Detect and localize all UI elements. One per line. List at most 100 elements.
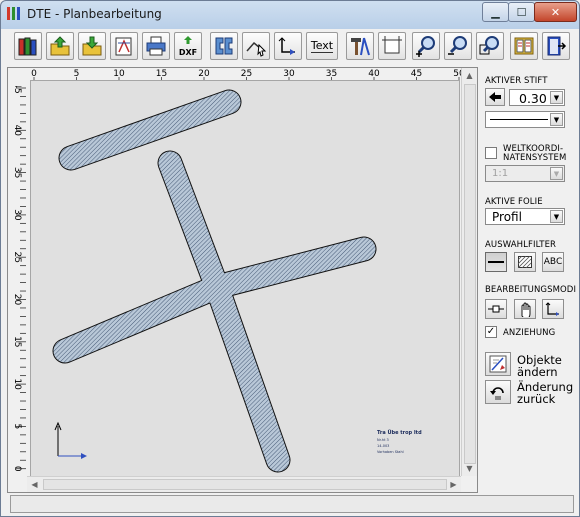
maximize-button[interactable]: ☐: [508, 2, 535, 22]
ruler-label: 40: [12, 125, 22, 137]
aktiver-stift-label: AKTIVER STIFT: [485, 76, 548, 86]
axis-icon: [545, 302, 559, 316]
exit-button[interactable]: [542, 32, 570, 60]
books-icon: [18, 37, 37, 56]
ruler-label: 25: [12, 251, 22, 262]
chevron-down-icon: ▼: [550, 167, 563, 180]
hatch-icon: [518, 256, 532, 268]
title-block-line-4: Vorhaben Stahl: [377, 450, 404, 454]
open-library-button[interactable]: [14, 32, 42, 60]
ruler-label: 35: [12, 167, 22, 178]
folder-down-icon: [82, 36, 102, 56]
ruler-label: 30: [283, 69, 295, 79]
import-button[interactable]: [78, 32, 106, 60]
zoom-in-button[interactable]: [412, 32, 440, 60]
folder-up-icon: [50, 36, 70, 56]
layer-select[interactable]: Profil ▼: [485, 208, 565, 225]
zoom-fit-button[interactable]: [476, 32, 504, 60]
dxf-icon: DXF: [179, 36, 197, 57]
plan-settings-button[interactable]: [110, 32, 138, 60]
ruler-label: 20: [198, 69, 210, 79]
pen-prev-button[interactable]: [485, 88, 505, 106]
mode-pan-button[interactable]: [514, 299, 536, 319]
chevron-down-icon: ▼: [550, 210, 563, 223]
ruler-label: 45: [12, 86, 22, 94]
ruler-label: 10: [113, 69, 125, 79]
catalog-icon: [514, 37, 534, 55]
catalog-button[interactable]: [510, 32, 538, 60]
frame-button[interactable]: [378, 32, 406, 60]
i-beam-profile[interactable]: [52, 89, 377, 473]
undo-icon: [490, 387, 504, 400]
scroll-down-icon[interactable]: ▼: [463, 462, 476, 475]
hammer-compass-icon: [351, 37, 370, 56]
minimize-icon: ▁: [491, 5, 500, 19]
anziehung-checkbox[interactable]: ✓: [485, 326, 497, 338]
title-block: Tra Übe trop Itd Nr.ht 3 14-003 Vorhaben…: [377, 429, 422, 454]
line-icon: [488, 261, 504, 263]
ruler-label: 0: [31, 69, 37, 79]
profile-button[interactable]: [210, 32, 238, 60]
edit-objects-icon: [489, 355, 507, 373]
line-style-preview: [490, 119, 548, 120]
title-block-line-1: Tra Übe trop Itd: [377, 429, 422, 436]
minimize-button[interactable]: ▁: [482, 2, 509, 22]
scroll-up-icon[interactable]: ▲: [463, 69, 476, 82]
close-button[interactable]: ✕: [534, 2, 577, 22]
scroll-left-icon[interactable]: ◀: [28, 478, 41, 491]
draw-line-button[interactable]: [242, 32, 270, 60]
zoom-in-icon: [416, 36, 435, 57]
zoom-out-button[interactable]: [444, 32, 472, 60]
filter-hatch-button[interactable]: [514, 252, 536, 272]
objekte-aendern-button[interactable]: [485, 352, 511, 376]
title-bar[interactable]: DTE - Planbearbeitung ▁ ☐ ✕: [1, 1, 579, 25]
mode-snap-button[interactable]: [485, 299, 507, 319]
horizontal-scrollbar[interactable]: ◀ ▶: [27, 476, 461, 492]
ruler-label: 10: [12, 378, 22, 390]
filter-text-button[interactable]: ABC: [542, 252, 564, 272]
ruler-label: 5: [74, 69, 80, 79]
tools-button[interactable]: [346, 32, 374, 60]
ruler-label: 35: [326, 69, 337, 79]
horizontal-scroll-thumb[interactable]: [43, 479, 447, 490]
aktive-folie-label: AKTIVE FOLIE: [485, 197, 543, 207]
scale-select[interactable]: 1:1 ▼: [485, 165, 565, 182]
dxf-export-button[interactable]: DXF: [174, 32, 202, 60]
filter-line-button[interactable]: [485, 252, 507, 272]
zoom-fit-icon: [479, 36, 499, 55]
vertical-ruler: 45 40 35 30 25 20 15 10 5 0: [12, 86, 26, 472]
ruler-label: 45: [411, 69, 422, 79]
ruler-label: 15: [12, 336, 22, 347]
drawing-canvas[interactable]: Tra Übe trop Itd Nr.ht 3 14-003 Vorhaben…: [30, 80, 460, 479]
objekte-aendern-line-2: ändern: [517, 365, 558, 379]
properties-panel: AKTIVER STIFT 0.30 ▼ ▼ WELTKOORDI- NATEN…: [479, 67, 577, 491]
weltkoordinaten-checkbox[interactable]: [485, 147, 497, 159]
line-style-select[interactable]: ▼: [485, 111, 565, 128]
drawing-area: 05101520253035404550 454035302520151050: [7, 67, 478, 493]
main-window: DTE - Planbearbeitung ▁ ☐ ✕ DXF Text 0 5…: [0, 0, 580, 517]
aenderung-zurueck-button[interactable]: [485, 380, 511, 404]
pen-width-select[interactable]: 0.30 ▼: [509, 89, 565, 106]
mode-axis-button[interactable]: [542, 299, 564, 319]
print-button[interactable]: [142, 32, 170, 60]
ruler-label: 5: [12, 424, 22, 430]
vertical-scroll-thumb[interactable]: [464, 84, 476, 464]
text-icon: Text: [310, 39, 334, 53]
drawing-svg: Tra Übe trop Itd Nr.ht 3 14-003 Vorhaben…: [52, 89, 422, 473]
maximize-icon: ☐: [516, 5, 527, 19]
export-button[interactable]: [46, 32, 74, 60]
layer-value: Profil: [492, 210, 522, 224]
polyline-cursor-icon: [246, 41, 267, 57]
sheet-compass-icon: [115, 37, 132, 56]
text-button[interactable]: Text: [306, 32, 338, 60]
ruler-label: 0: [12, 466, 22, 472]
title-block-line-2: Nr.ht 3: [377, 438, 389, 442]
title-block-line-3: 14-003: [377, 444, 389, 448]
profile-icon: [215, 37, 233, 55]
origin-axis-icon: [54, 421, 87, 459]
app-icon: [7, 7, 21, 20]
ruler-label: 40: [368, 69, 380, 79]
scroll-right-icon[interactable]: ▶: [447, 478, 460, 491]
vertical-scrollbar[interactable]: ▲ ▼: [461, 68, 477, 476]
dimension-button[interactable]: [274, 32, 302, 60]
